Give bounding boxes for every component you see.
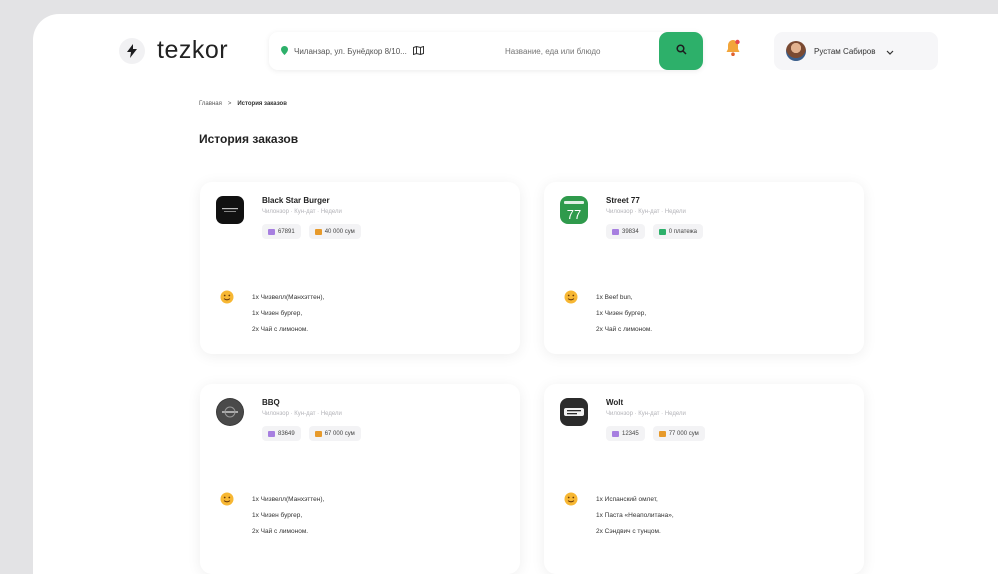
order-items: 1x Чизвелл(Манхэттен), 1x Чизен бургер, … <box>252 492 324 540</box>
emoji-icon <box>220 492 234 511</box>
app-window: tezkor Чиланзар, ул. Бунёдкор 8/10... Ру… <box>33 14 998 574</box>
restaurant-meta: Чилонзор · Кун-дат · Недели <box>606 209 686 215</box>
logo[interactable]: tezkor <box>119 36 228 65</box>
restaurant-meta: Чилонзор · Кун-дат · Недели <box>262 209 342 215</box>
order-item: 1x Beef bun, <box>596 294 633 301</box>
breadcrumb-current: История заказов <box>237 101 287 107</box>
search-icon <box>675 42 687 60</box>
order-id-badge: 39834 <box>606 224 645 239</box>
notifications-button[interactable] <box>725 39 741 62</box>
order-item: 2x Чай с лимоном. <box>252 528 309 535</box>
address-text: Чиланзар, ул. Бунёдкор 8/10... <box>294 46 407 56</box>
order-item: 1x Чизвелл(Манхэттен), <box>252 294 325 301</box>
breadcrumb-home[interactable]: Главная <box>199 101 222 107</box>
order-item: 2x Чай с лимоном. <box>252 326 309 333</box>
order-amount-badge: 40 000 сум <box>308 224 361 239</box>
location-pin-icon <box>281 42 288 60</box>
user-menu[interactable]: Рустам Сабиров <box>774 32 938 70</box>
avatar <box>786 41 806 61</box>
logo-text: tezkor <box>157 36 229 64</box>
order-card[interactable]: 77 Street 77 Чилонзор · Кун-дат · Недели… <box>544 182 864 354</box>
search-button[interactable] <box>659 32 703 70</box>
order-item: 1x Чизен бургер, <box>252 512 303 519</box>
search-input[interactable] <box>503 45 667 57</box>
order-id-badge: 67891 <box>262 224 301 239</box>
order-card[interactable]: Black Star Burger Чилонзор · Кун-дат · Н… <box>200 182 520 354</box>
user-name: Рустам Сабиров <box>814 46 876 56</box>
emoji-icon <box>564 290 578 309</box>
order-amount-badge: 77 000 сум <box>652 426 705 441</box>
order-items: 1x Испанский омлет, 1x Паста «Неаполитан… <box>596 492 674 540</box>
bell-icon <box>725 39 741 61</box>
restaurant-name: Black Star Burger <box>262 196 330 205</box>
order-card[interactable]: Wolt Чилонзор · Кун-дат · Недели 12345 7… <box>544 384 864 574</box>
page-title: История заказов <box>199 132 299 146</box>
order-item: 1x Чизен бургер, <box>596 310 647 317</box>
restaurant-logo <box>560 398 588 426</box>
map-icon[interactable] <box>412 42 424 60</box>
svg-text:77: 77 <box>567 207 581 222</box>
order-items: 1x Чизвелл(Манхэттен), 1x Чизен бургер, … <box>252 290 324 338</box>
order-item: 1x Испанский омлет, <box>596 496 658 503</box>
order-items: 1x Beef bun, 1x Чизен бургер, 2x Чай с л… <box>596 290 652 338</box>
order-id-badge: 83649 <box>262 426 301 441</box>
bolt-icon <box>119 37 145 64</box>
order-item: 1x Паста «Неаполитана», <box>596 512 674 519</box>
order-item: 2x Сэндвич с тунцом. <box>596 528 661 535</box>
order-item: 2x Чай с лимоном. <box>596 326 653 333</box>
restaurant-logo: 77 <box>560 196 588 224</box>
order-card[interactable]: BBQ Чилонзор · Кун-дат · Недели 83649 67… <box>200 384 520 574</box>
restaurant-logo <box>216 196 244 224</box>
restaurant-logo <box>216 398 244 426</box>
breadcrumb-separator: > <box>227 101 232 107</box>
order-amount-badge: 67 000 сум <box>308 426 361 441</box>
order-amount-badge: 0 платежа <box>652 224 703 239</box>
breadcrumb: Главная > История заказов <box>199 101 287 107</box>
restaurant-meta: Чилонзор · Кун-дат · Недели <box>606 411 686 417</box>
emoji-icon <box>220 290 234 309</box>
order-id-badge: 12345 <box>606 426 645 441</box>
emoji-icon <box>564 492 578 511</box>
address-selector[interactable]: Чиланзар, ул. Бунёдкор 8/10... <box>269 32 491 70</box>
order-item: 1x Чизвелл(Манхэттен), <box>252 496 325 503</box>
restaurant-name: Wolt <box>606 398 624 407</box>
restaurant-meta: Чилонзор · Кун-дат · Недели <box>262 411 342 417</box>
restaurant-name: Street 77 <box>606 196 640 205</box>
restaurant-name: BBQ <box>262 398 280 407</box>
chevron-down-icon <box>886 42 894 60</box>
search-bar: Чиланзар, ул. Бунёдкор 8/10... <box>269 32 703 70</box>
order-item: 1x Чизен бургер, <box>252 310 303 317</box>
